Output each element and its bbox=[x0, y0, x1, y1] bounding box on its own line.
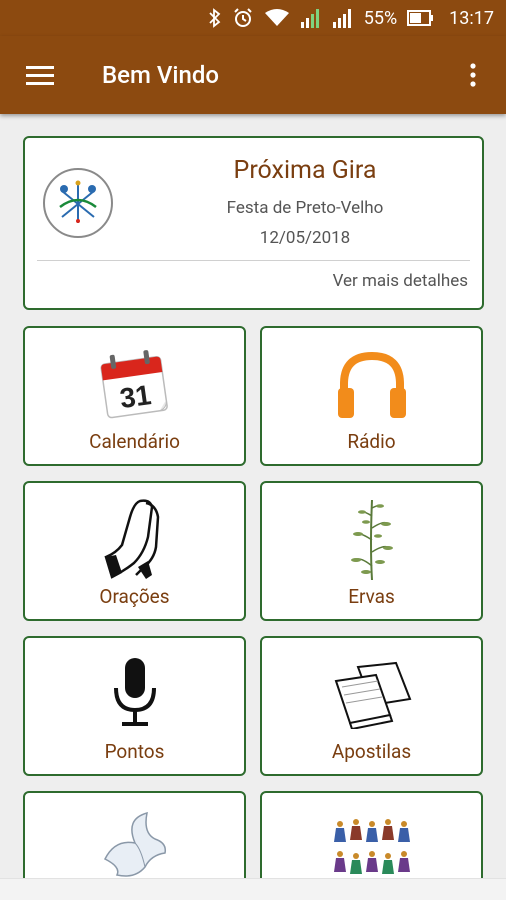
tile-label: Calendário bbox=[89, 430, 180, 453]
terreiro-logo bbox=[43, 168, 113, 238]
tile-pontos[interactable]: Pontos bbox=[23, 636, 246, 776]
tile-label: Ervas bbox=[348, 585, 395, 608]
tile-radio[interactable]: Rádio bbox=[260, 326, 483, 466]
clock: 13:17 bbox=[449, 7, 494, 29]
tile-label: Apostilas bbox=[331, 740, 412, 763]
next-gira-title: Próxima Gira bbox=[233, 156, 377, 185]
next-gira-event: Festa de Preto-Velho bbox=[226, 198, 384, 218]
dove-icon bbox=[103, 811, 166, 877]
signal-2-icon bbox=[332, 7, 354, 29]
tile-figures[interactable] bbox=[260, 791, 483, 878]
tile-calendar[interactable]: 31 Calendário bbox=[23, 326, 246, 466]
tile-dove[interactable] bbox=[23, 791, 246, 878]
herb-icon bbox=[350, 499, 393, 581]
tile-label: Rádio bbox=[347, 430, 396, 453]
calendar-day: 31 bbox=[117, 379, 152, 414]
page-title: Bem Vindo bbox=[102, 61, 219, 89]
wifi-icon bbox=[264, 8, 290, 28]
tile-apostilas[interactable]: Apostilas bbox=[260, 636, 483, 776]
books-icon bbox=[334, 661, 411, 729]
tile-label: Pontos bbox=[104, 740, 165, 763]
headphones-icon bbox=[337, 351, 406, 418]
next-gira-date: 12/05/2018 bbox=[259, 228, 351, 248]
battery-icon bbox=[407, 9, 435, 27]
tile-prayers[interactable]: Orações bbox=[23, 481, 246, 621]
signal-1-icon bbox=[300, 7, 322, 29]
next-gira-card[interactable]: Próxima Gira Festa de Preto-Velho 12/05/… bbox=[23, 136, 484, 310]
bluetooth-icon bbox=[208, 8, 222, 28]
battery-percent: 55% bbox=[363, 7, 398, 29]
main-content: Próxima Gira Festa de Preto-Velho 12/05/… bbox=[0, 114, 506, 878]
hamburger-icon bbox=[26, 66, 54, 85]
overflow-menu-button[interactable] bbox=[440, 36, 506, 114]
status-bar: 55% 13:17 bbox=[0, 0, 506, 36]
calendar-icon: 31 bbox=[99, 350, 168, 419]
microphone-icon bbox=[113, 658, 156, 726]
figures-icon bbox=[333, 819, 410, 874]
tile-herbs[interactable]: Ervas bbox=[260, 481, 483, 621]
divider bbox=[37, 260, 470, 261]
bottom-edge bbox=[0, 878, 506, 900]
alarm-icon bbox=[232, 7, 254, 29]
more-vertical-icon bbox=[470, 63, 476, 87]
app-bar: Bem Vindo bbox=[0, 36, 506, 114]
praying-hands-icon bbox=[103, 499, 159, 579]
tile-label: Orações bbox=[99, 585, 170, 608]
more-details-link[interactable]: Ver mais detalhes bbox=[333, 271, 468, 291]
menu-button[interactable] bbox=[0, 36, 80, 114]
